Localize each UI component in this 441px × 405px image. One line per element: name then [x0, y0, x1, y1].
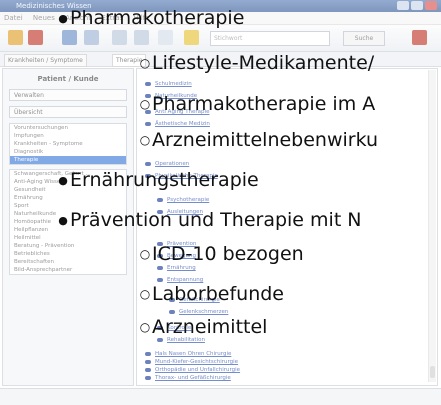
- outline-item-text: Laborbefunde: [152, 283, 284, 305]
- outline-item-level1: Pharmakotherapie: [56, 7, 244, 32]
- outline-item-text: Ernährungstherapie: [70, 169, 259, 191]
- outline-item-text: Pharmakotherapie: [70, 7, 245, 29]
- outline-item-level2: Arzneimittel: [138, 316, 267, 340]
- disc-bullet-icon: [56, 169, 70, 194]
- outline-item-text: Lifestyle-Medikamente/: [152, 52, 375, 74]
- circle-bullet-icon: [138, 52, 152, 76]
- outline-item-level1: Prävention und Therapie mit N: [56, 209, 362, 234]
- circle-bullet-icon: [138, 316, 152, 340]
- outline-item-level2: Pharmakotherapie im A: [138, 93, 375, 117]
- outline-item-level1: Ernährungstherapie: [56, 169, 259, 194]
- disc-bullet-icon: [56, 7, 70, 32]
- circle-bullet-icon: [138, 93, 152, 117]
- outline-item-level2: Laborbefunde: [138, 283, 284, 307]
- outline-item-text: Prävention und Therapie mit N: [70, 209, 362, 231]
- outline-item-level2: ICD-10 bezogen: [138, 243, 304, 267]
- outline-item-text: ICD-10 bezogen: [152, 243, 304, 265]
- disc-bullet-icon: [56, 209, 70, 234]
- outline-item-level2: Arzneimittelnebenwirku: [138, 129, 378, 153]
- circle-bullet-icon: [138, 243, 152, 267]
- circle-bullet-icon: [138, 283, 152, 307]
- outline-overlay: Pharmakotherapie Lifestyle-Medikamente/ …: [0, 0, 441, 405]
- outline-item-level2: Lifestyle-Medikamente/: [138, 52, 374, 76]
- circle-bullet-icon: [138, 129, 152, 153]
- outline-item-text: Pharmakotherapie im A: [152, 93, 376, 115]
- outline-item-text: Arzneimittelnebenwirku: [152, 129, 379, 151]
- outline-item-text: Arzneimittel: [152, 316, 268, 338]
